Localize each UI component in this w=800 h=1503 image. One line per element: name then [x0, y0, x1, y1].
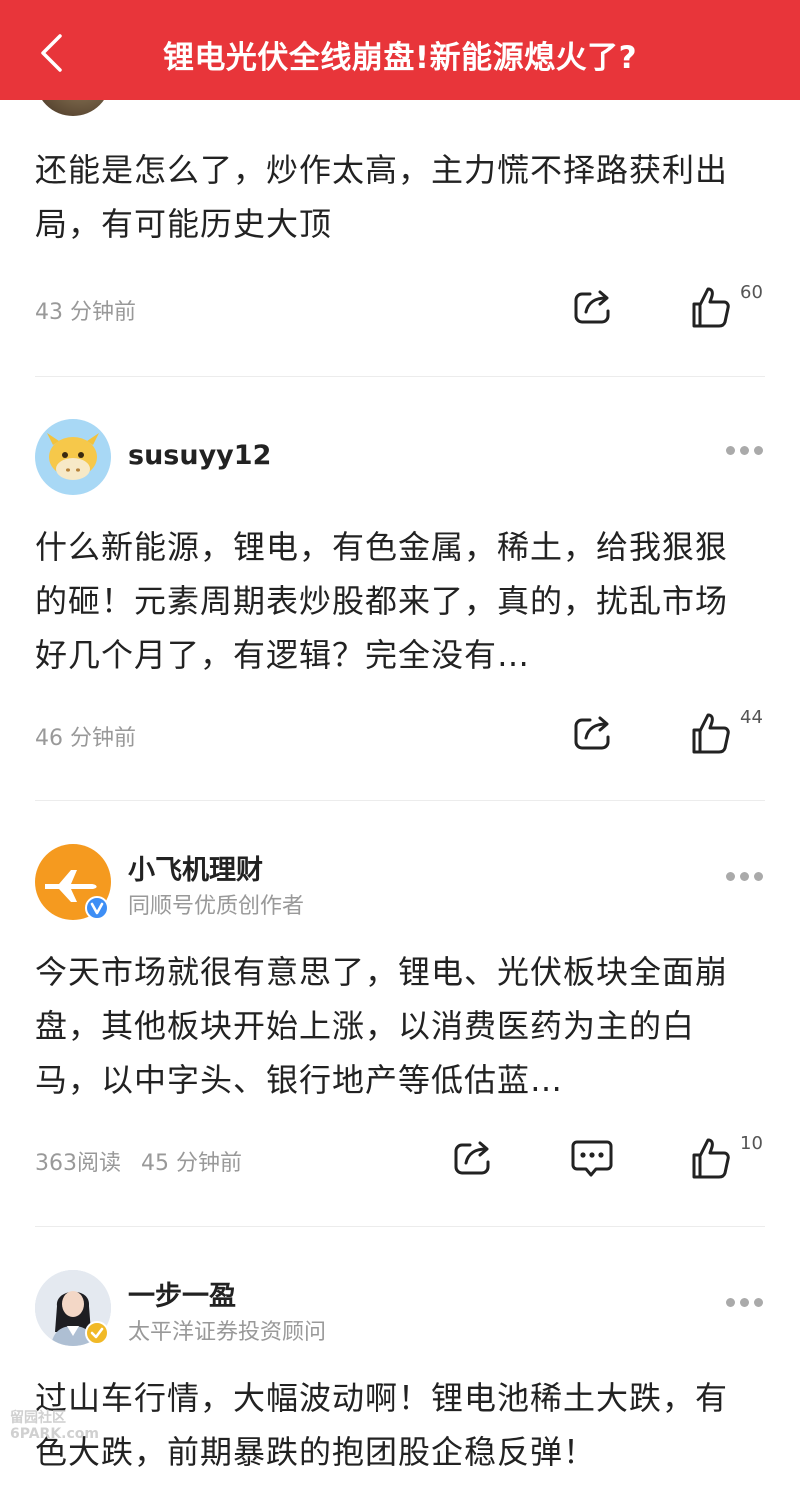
- comment-meta: 363阅读 45 分钟前: [35, 1145, 242, 1177]
- comment-text: 还能是怎么了，炒作太高，主力慌不择路获利出局，有可能历史大顶: [35, 151, 729, 243]
- more-options-button[interactable]: [722, 440, 766, 460]
- verified-badge: [85, 1321, 109, 1345]
- user-title: 同顺号优质创作者: [128, 894, 305, 919]
- chevron-left-icon: [41, 34, 62, 72]
- username[interactable]: susuyy12: [128, 440, 271, 471]
- thumbs-up-icon: [692, 713, 730, 754]
- cow-icon: [47, 433, 99, 480]
- avatar[interactable]: [35, 419, 111, 495]
- dot: [726, 446, 735, 455]
- like-button[interactable]: [688, 1134, 736, 1182]
- username[interactable]: 一步一盈: [128, 1274, 236, 1313]
- thumbs-up-icon: [692, 1138, 730, 1179]
- like-count: 10: [740, 1133, 763, 1154]
- user-title: 太平洋证券投资顾问: [128, 1320, 327, 1345]
- divider: [35, 800, 765, 801]
- watermark: 留园社区 6PARK.com: [10, 1410, 99, 1442]
- thumbs-up-icon: [692, 287, 730, 328]
- share-button[interactable]: [570, 709, 618, 757]
- dot: [754, 872, 763, 881]
- comment-time: 43 分钟前: [35, 300, 136, 325]
- comment-text: 过山车行情，大幅波动啊！锂电池稀土大跌，有色大跌，前期暴跌的抱团股企稳反弹！: [35, 1379, 729, 1471]
- divider: [35, 376, 765, 377]
- share-button[interactable]: [450, 1134, 498, 1182]
- comment-text: 什么新能源，锂电，有色金属，稀土，给我狠狠的砸！元素周期表炒股都来了，真的，扰乱…: [35, 528, 729, 674]
- dot: [726, 872, 735, 881]
- page-title: 锂电光伏全线崩盘!新能源熄火了?: [162, 40, 638, 76]
- dot: [740, 1298, 749, 1307]
- more-options-button[interactable]: [722, 1292, 766, 1312]
- share-button[interactable]: [570, 283, 618, 331]
- watermark-line: 留园社区: [10, 1410, 66, 1426]
- top-header: 锂电光伏全线崩盘!新能源熄火了?: [0, 0, 800, 100]
- watermark-line: 6PARK.com: [10, 1426, 100, 1442]
- dot: [726, 1298, 735, 1307]
- share-icon: [454, 1141, 490, 1175]
- share-icon: [574, 290, 610, 324]
- like-button[interactable]: [688, 709, 736, 757]
- like-count: 44: [740, 707, 763, 728]
- check-icon: [90, 1327, 104, 1339]
- comment-bubble-icon: [571, 1140, 613, 1177]
- reply-button[interactable]: [568, 1134, 616, 1182]
- read-count: 363阅读: [35, 1151, 121, 1176]
- dot: [740, 872, 749, 881]
- comment-time: 46 分钟前: [35, 726, 136, 751]
- like-count: 60: [740, 282, 763, 303]
- more-options-button[interactable]: [722, 866, 766, 886]
- dot: [754, 446, 763, 455]
- comment-text: 今天市场就很有意思了，锂电、光伏板块全面崩盘，其他板块开始上涨，以消费医药为主的…: [35, 953, 729, 1099]
- share-icon: [574, 716, 610, 750]
- dot: [754, 1298, 763, 1307]
- dot: [740, 446, 749, 455]
- divider: [35, 1226, 765, 1227]
- back-button[interactable]: [30, 30, 76, 76]
- comment-time: 45 分钟前: [141, 1151, 242, 1176]
- like-button[interactable]: [688, 283, 736, 331]
- verified-v-icon: [90, 902, 104, 915]
- verified-badge: [85, 896, 109, 920]
- username[interactable]: 小飞机理财: [128, 848, 263, 887]
